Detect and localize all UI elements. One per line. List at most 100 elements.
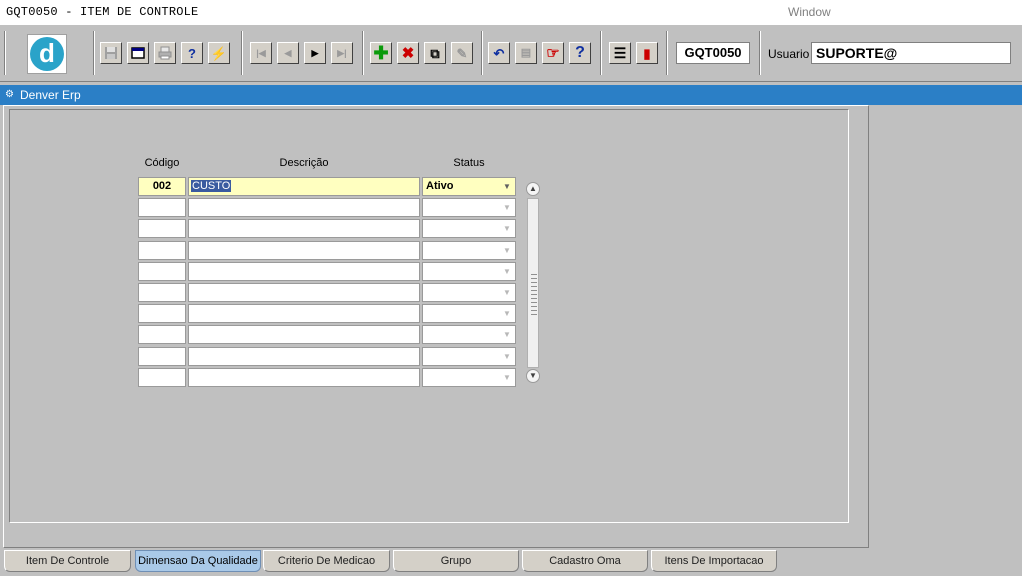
tab-dimensao-da-qualidade[interactable]: Dimensao Da Qualidade bbox=[135, 550, 261, 572]
toolbar-separator bbox=[93, 31, 95, 75]
code-field[interactable] bbox=[138, 262, 186, 281]
status-select[interactable]: ▼ bbox=[422, 368, 516, 387]
window-title: Denver Erp bbox=[20, 88, 81, 102]
status-select[interactable]: ▼ bbox=[422, 241, 516, 260]
chevron-down-icon[interactable]: ▼ bbox=[501, 369, 513, 386]
execute-query-icon: ⚡ bbox=[210, 45, 228, 61]
denver-logo: d bbox=[27, 34, 67, 74]
tab-grupo[interactable]: Grupo bbox=[393, 550, 519, 572]
chevron-down-icon[interactable]: ▼ bbox=[501, 263, 513, 280]
last-record-button[interactable]: ▶| bbox=[331, 42, 353, 64]
header-status: Status bbox=[453, 157, 485, 169]
scroll-track[interactable] bbox=[527, 198, 539, 368]
description-field[interactable] bbox=[188, 198, 420, 217]
code-field[interactable] bbox=[138, 283, 186, 302]
query-button[interactable]: ? bbox=[181, 42, 203, 64]
help-button[interactable]: ? bbox=[569, 42, 591, 64]
code-field[interactable] bbox=[138, 241, 186, 260]
description-field[interactable] bbox=[188, 283, 420, 302]
status-select[interactable]: ▼ bbox=[422, 325, 516, 344]
pointer-help-button[interactable]: ☞ bbox=[542, 42, 564, 64]
status-select[interactable]: Ativo ▼ bbox=[422, 177, 516, 196]
next-record-button[interactable]: ▶ bbox=[304, 42, 326, 64]
code-field[interactable] bbox=[138, 368, 186, 387]
code-field[interactable]: 002 bbox=[138, 177, 186, 196]
window-button[interactable] bbox=[127, 42, 149, 64]
window-menu[interactable]: Window bbox=[788, 5, 831, 19]
code-field[interactable] bbox=[138, 198, 186, 217]
first-record-button[interactable]: |◀ bbox=[250, 42, 272, 64]
toolbar-separator bbox=[362, 31, 364, 75]
chevron-down-icon[interactable]: ▼ bbox=[501, 326, 513, 343]
chevron-down-icon[interactable]: ▼ bbox=[501, 178, 513, 195]
menu-button[interactable]: ☰ bbox=[609, 42, 631, 64]
window-icon bbox=[131, 47, 145, 59]
scroll-grip[interactable] bbox=[531, 274, 537, 316]
scroll-up-button[interactable]: ▲ bbox=[526, 182, 540, 196]
save-icon bbox=[105, 47, 117, 59]
tab-itens-de-importacao[interactable]: Itens De Importacao bbox=[651, 550, 777, 572]
description-field[interactable] bbox=[188, 241, 420, 260]
chevron-down-icon[interactable]: ▼ bbox=[501, 284, 513, 301]
insert-record-button[interactable]: ✚ bbox=[370, 42, 392, 64]
menu-bar: GQT0050 - ITEM DE CONTROLE Window bbox=[0, 0, 1022, 24]
pointer-help-icon: ☞ bbox=[546, 44, 560, 62]
description-field[interactable] bbox=[188, 347, 420, 366]
code-field[interactable] bbox=[138, 304, 186, 323]
code-field[interactable] bbox=[138, 325, 186, 344]
status-select[interactable]: ▼ bbox=[422, 262, 516, 281]
edit-button[interactable]: ✎ bbox=[451, 42, 473, 64]
code-field[interactable] bbox=[138, 347, 186, 366]
chevron-down-icon[interactable]: ▼ bbox=[501, 348, 513, 365]
duplicate-record-button[interactable]: ⧉ bbox=[424, 42, 446, 64]
code-field[interactable] bbox=[138, 219, 186, 238]
window-app-icon: ⚙ bbox=[5, 89, 14, 100]
status-select[interactable]: ▼ bbox=[422, 347, 516, 366]
user-field: SUPORTE@ bbox=[811, 42, 1011, 64]
last-record-icon: ▶| bbox=[337, 47, 347, 58]
toolbar-separator bbox=[4, 31, 6, 75]
description-field[interactable]: CUSTO bbox=[188, 177, 420, 196]
delete-record-button[interactable]: ✖ bbox=[397, 42, 419, 64]
next-record-icon: ▶ bbox=[311, 47, 319, 58]
tab-cadastro-oma[interactable]: Cadastro Oma bbox=[522, 550, 648, 572]
tab-item-de-controle[interactable]: Item De Controle bbox=[4, 550, 131, 572]
edit-icon: ✎ bbox=[456, 45, 468, 61]
tab-criterio-de-medicao[interactable]: Criterio De Medicao bbox=[263, 550, 390, 572]
previous-record-button[interactable]: ◀ bbox=[277, 42, 299, 64]
chevron-down-icon[interactable]: ▼ bbox=[501, 305, 513, 322]
duplicate-record-icon: ⧉ bbox=[430, 45, 440, 61]
user-label: Usuario bbox=[768, 47, 810, 61]
description-field[interactable] bbox=[188, 219, 420, 238]
chevron-down-icon[interactable]: ▼ bbox=[501, 199, 513, 216]
logo-icon: d bbox=[30, 37, 64, 71]
form-code-display: GQT0050 bbox=[676, 42, 750, 64]
insert-record-icon: ✚ bbox=[373, 43, 389, 63]
exit-button[interactable]: ▮ bbox=[636, 42, 658, 64]
exit-icon: ▮ bbox=[643, 45, 651, 61]
header-code: Código bbox=[144, 157, 180, 169]
status-select[interactable]: ▼ bbox=[422, 219, 516, 238]
status-select[interactable]: ▼ bbox=[422, 198, 516, 217]
status-select[interactable]: ▼ bbox=[422, 283, 516, 302]
description-field[interactable] bbox=[188, 304, 420, 323]
description-field[interactable] bbox=[188, 262, 420, 281]
description-field[interactable] bbox=[188, 325, 420, 344]
save-button[interactable] bbox=[100, 42, 122, 64]
undo-button[interactable]: ↶ bbox=[488, 42, 510, 64]
execute-query-button[interactable]: ⚡ bbox=[208, 42, 230, 64]
print-button[interactable] bbox=[154, 42, 176, 64]
selected-text: CUSTO bbox=[191, 180, 232, 192]
grid-scrollbar[interactable]: ▲ ▼ bbox=[525, 182, 541, 384]
status-select[interactable]: ▼ bbox=[422, 304, 516, 323]
first-record-icon: |◀ bbox=[256, 47, 266, 58]
chevron-down-icon[interactable]: ▼ bbox=[501, 242, 513, 259]
menu-icon: ☰ bbox=[613, 45, 627, 61]
chevron-down-icon[interactable]: ▼ bbox=[501, 220, 513, 237]
clipboard-button[interactable]: ▤ bbox=[515, 42, 537, 64]
toolbar-separator bbox=[481, 31, 483, 75]
toolbar-separator bbox=[600, 31, 602, 75]
delete-record-icon: ✖ bbox=[401, 44, 415, 62]
description-field[interactable] bbox=[188, 368, 420, 387]
scroll-down-button[interactable]: ▼ bbox=[526, 369, 540, 383]
